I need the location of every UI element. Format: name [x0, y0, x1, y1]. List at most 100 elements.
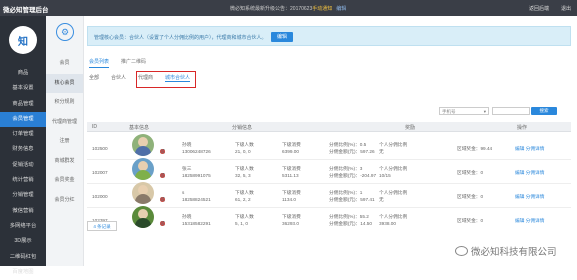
- nav-item[interactable]: 基本设置: [0, 81, 46, 96]
- primary-nav: 商品 基本设置 商品管理 会员管理 订单管理 财务信息 促销活动 统计营销 分销…: [0, 66, 46, 280]
- row-name: 孙晓: [182, 214, 192, 219]
- row-r1b: 个人分佣比例: [379, 190, 408, 195]
- row-name: 张三: [182, 166, 192, 171]
- nav-item[interactable]: 3D展示: [0, 234, 46, 249]
- badge-icon: 城: [160, 149, 165, 154]
- main-content: 管理核心会员：合伙人（设置了个人分佣比例的用户），代理商和城市合伙人。 编辑 会…: [84, 16, 577, 266]
- announcement-text: 微必知系统最新升级公告：20170623: [230, 6, 313, 12]
- logout-link[interactable]: 退出: [561, 5, 571, 12]
- row-sub-a-val: 21, 0, 0: [235, 149, 251, 154]
- row-r2: 分佣金额(元)：-204.97: [329, 173, 377, 178]
- row-name: 孙晓: [182, 142, 192, 147]
- wechat-icon: [455, 246, 468, 256]
- subnav-item[interactable]: 积分规则: [46, 93, 83, 113]
- row-extra: 区域奖金：0: [457, 194, 484, 199]
- tab-member-list[interactable]: 会员列表: [89, 58, 110, 68]
- search-input[interactable]: [492, 107, 530, 115]
- nav-item[interactable]: 促销活动: [0, 158, 46, 173]
- nav-item[interactable]: 二维码红包: [0, 250, 46, 265]
- highlight-box: [136, 71, 196, 88]
- subnav-item-active[interactable]: 核心会员: [46, 73, 83, 93]
- row-actions[interactable]: 编辑 分佣详情: [515, 194, 544, 200]
- row-r1b: 个人分佣比例: [379, 214, 408, 219]
- row-sub-b: 下级消费: [282, 190, 301, 195]
- avatar: [132, 206, 154, 228]
- nav-item[interactable]: 商品管理: [0, 97, 46, 112]
- nav-item[interactable]: 订单管理: [0, 127, 46, 142]
- row-r2b: 10/15: [379, 173, 391, 178]
- row-extra: 区域奖金：0: [457, 218, 484, 223]
- search-button[interactable]: 搜索: [531, 107, 557, 115]
- subnav-item[interactable]: 代理商管理: [46, 113, 83, 133]
- row-id: 102007: [92, 170, 108, 175]
- row-sub-b: 下级消费: [282, 166, 301, 171]
- nav-item[interactable]: 百度地图: [0, 265, 46, 280]
- nav-item[interactable]: 统计营销: [0, 173, 46, 188]
- row-sub-b-val: 6399.00: [282, 149, 299, 154]
- row-sub-a: 下级人数: [235, 190, 254, 195]
- row-sub-b-val: 5311.13: [282, 173, 299, 178]
- row-r1: 分佣比例(%)：3: [329, 166, 363, 171]
- row-phone: 15318582291: [182, 221, 211, 226]
- row-r2: 分佣金额(元)：597.41: [329, 197, 375, 202]
- col-reward: 奖励: [405, 125, 416, 131]
- nav-item[interactable]: 商品: [0, 66, 46, 81]
- row-extra: 区域奖金：0: [457, 170, 484, 175]
- tab-partner[interactable]: 合伙人: [111, 74, 126, 82]
- row-sub-b: 下级消费: [282, 214, 301, 219]
- nav-item[interactable]: 财务信息: [0, 142, 46, 157]
- avatar: [132, 158, 154, 180]
- table-row: 102000 合代城 s 18258824521 下级人数 61, 2, 2 下…: [87, 182, 571, 208]
- col-op: 操作: [517, 125, 528, 131]
- row-sub-b: 下级消费: [282, 142, 301, 147]
- row-r1: 分佣比例(%)：1: [329, 190, 363, 195]
- badge-icon: 城: [160, 221, 165, 226]
- app-logo: 知: [9, 26, 37, 54]
- announcement-highlight[interactable]: 手动通知: [312, 6, 332, 12]
- row-phone: 18258991075: [182, 173, 211, 178]
- info-alert: 管理核心会员：合伙人（设置了个人分佣比例的用户），代理商和城市合伙人。 编辑: [87, 26, 571, 46]
- subnav-item[interactable]: 注册: [46, 132, 83, 152]
- search-field-select[interactable]: 手机号 ▾: [439, 107, 489, 115]
- chevron-down-icon: ▾: [483, 109, 486, 114]
- row-r2: 分佣金额(元)：14.50: [329, 221, 372, 226]
- subnav-item[interactable]: 商城群发: [46, 152, 83, 172]
- alert-edit-button[interactable]: 编辑: [271, 32, 293, 42]
- row-r2b: 无: [379, 197, 384, 202]
- table-row: 102500 合代城 孙晓 13006248726 下级人数 21, 0, 0 …: [87, 134, 571, 160]
- alert-text: 管理核心会员：合伙人（设置了个人分佣比例的用户），代理商和城市合伙人。: [94, 35, 267, 41]
- row-actions[interactable]: 编辑 分佣详情: [515, 146, 544, 152]
- row-sub-b-val: 1134.0: [282, 197, 296, 202]
- row-sub-a-val: 32, 5, 3: [235, 173, 251, 178]
- row-sub-a: 下级人数: [235, 214, 254, 219]
- table-row: 102007 合代城 张三 18258991075 下级人数 32, 5, 3 …: [87, 158, 571, 184]
- subnav-item[interactable]: 会员分红: [46, 191, 83, 211]
- logo-text: 知: [18, 36, 28, 48]
- row-sub-a-val: 61, 2, 2: [235, 197, 251, 202]
- tab-qrcode[interactable]: 推广二维码: [121, 58, 146, 68]
- nav-item[interactable]: 微信营销: [0, 204, 46, 219]
- row-r2: 分佣金额(元)：597.26: [329, 149, 375, 154]
- row-extra: 区域奖金：99.44: [457, 146, 493, 151]
- top-bar: 微必知管理后台 微必知系统最新升级公告：20170623手动通知 编辑 返回后端 …: [0, 0, 577, 16]
- nav-item-active[interactable]: 会员管理: [0, 111, 46, 128]
- announcement-edit-link[interactable]: 编辑: [336, 6, 346, 12]
- watermark-text: 微必知科技有限公司: [471, 247, 557, 258]
- back-link[interactable]: 返回后端: [529, 5, 549, 12]
- subnav-item[interactable]: 会员奖金: [46, 171, 83, 191]
- nav-item[interactable]: 分销管理: [0, 188, 46, 203]
- nav-item[interactable]: 多网络平台: [0, 219, 46, 234]
- row-r1: 分佣比例(%)：55.2: [329, 214, 369, 219]
- primary-sidebar: 知 商品 基本设置 商品管理 会员管理 订单管理 财务信息 促销活动 统计营销 …: [0, 16, 46, 275]
- row-actions[interactable]: 编辑 分佣详情: [515, 170, 544, 176]
- row-id: 102000: [92, 194, 108, 199]
- tab-all[interactable]: 全部: [89, 74, 99, 82]
- row-actions[interactable]: 编辑 分佣详情: [515, 218, 544, 224]
- avatar: [132, 182, 154, 204]
- secondary-nav: 会员 核心会员 积分规则 代理商管理 注册 商城群发 会员奖金 会员分红: [46, 54, 83, 210]
- row-sub-a: 下级人数: [235, 166, 254, 171]
- watermark: 微必知科技有限公司: [455, 244, 557, 258]
- row-phone: 13006248726: [182, 149, 211, 154]
- subnav-item[interactable]: 会员: [46, 54, 83, 74]
- col-id: ID: [92, 124, 97, 130]
